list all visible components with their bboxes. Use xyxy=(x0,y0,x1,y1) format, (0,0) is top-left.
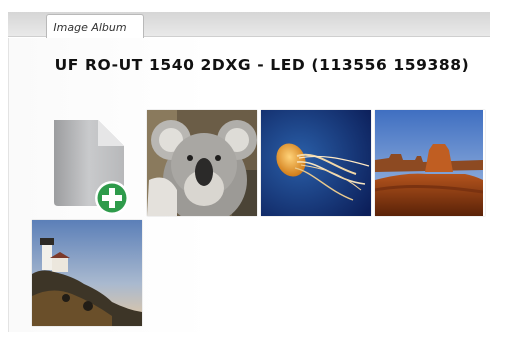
tab-bar: Image Album xyxy=(8,12,490,40)
tab-image-album[interactable]: Image Album xyxy=(46,14,144,40)
koala-image xyxy=(147,110,257,216)
lighthouse-image xyxy=(32,220,142,326)
photo-desert[interactable] xyxy=(375,110,485,216)
album-title: UF RO-UT 1540 2DXG - LED (113556 159388) xyxy=(54,56,470,74)
photo-jellyfish[interactable] xyxy=(261,110,371,216)
add-image-button[interactable] xyxy=(40,110,140,216)
photo-lighthouse[interactable] xyxy=(32,220,142,326)
add-file-icon xyxy=(54,120,129,215)
desert-image xyxy=(375,110,483,216)
photo-koala[interactable] xyxy=(147,110,257,216)
jellyfish-image xyxy=(261,110,371,216)
